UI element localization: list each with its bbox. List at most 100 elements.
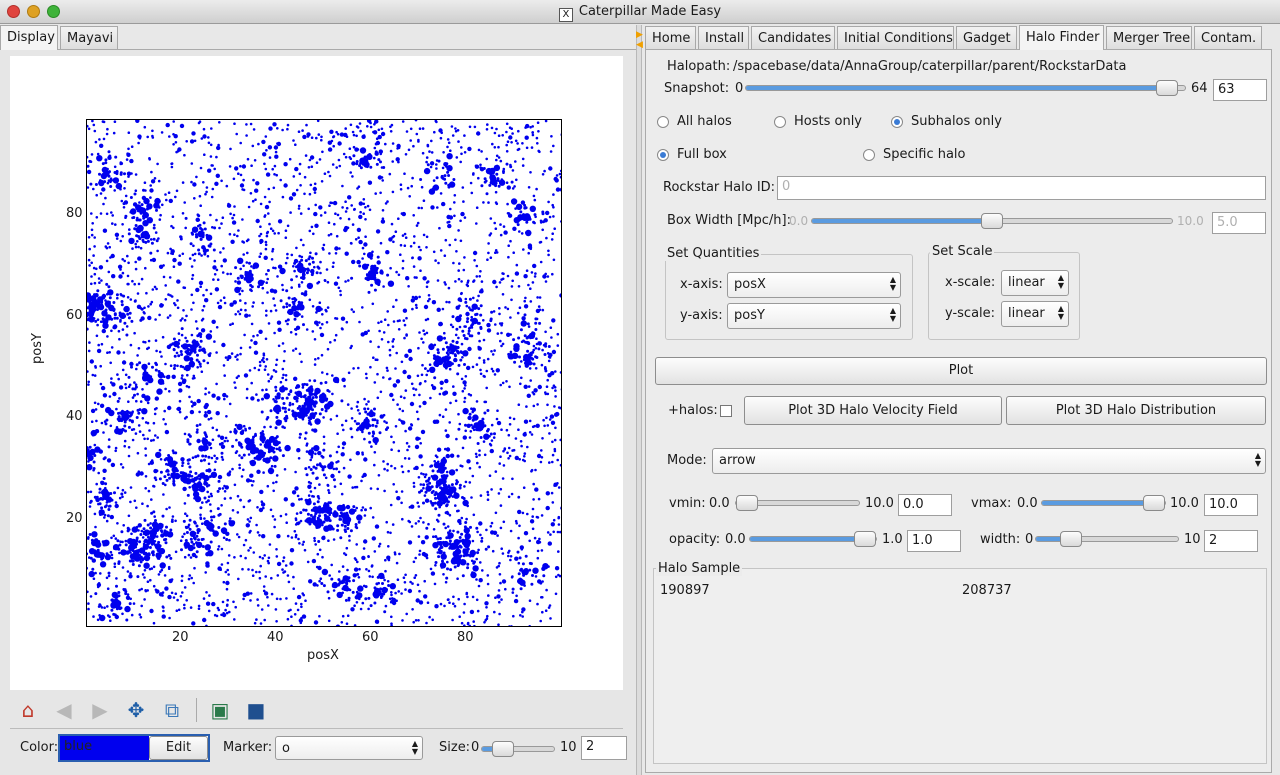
halo-point <box>423 494 427 497</box>
halo-point <box>261 286 265 290</box>
halo-point <box>107 285 111 289</box>
halo-point <box>365 376 368 380</box>
halo-point <box>476 442 480 445</box>
halo-point <box>441 415 445 419</box>
halo-point <box>369 411 373 415</box>
halo-point <box>401 267 405 270</box>
halo-point <box>108 154 112 158</box>
halo-point <box>315 621 319 624</box>
halo-point <box>460 280 463 283</box>
halo-point <box>475 275 479 278</box>
halo-point <box>162 275 166 279</box>
halo-point <box>267 556 271 560</box>
halo-point <box>310 136 314 139</box>
halo-point <box>262 585 266 588</box>
halo-point <box>392 483 396 486</box>
halo-point <box>319 271 322 275</box>
halo-point <box>497 156 501 159</box>
halo-point <box>203 480 207 484</box>
halo-point <box>523 274 528 279</box>
halo-point <box>402 319 406 322</box>
halo-point <box>181 252 185 256</box>
halo-point <box>287 296 291 300</box>
halo-point <box>502 464 506 467</box>
halo-point <box>152 584 156 588</box>
halo-point <box>498 561 501 565</box>
halo-point <box>242 178 245 182</box>
tab-mayavi[interactable]: Mayavi <box>60 26 118 49</box>
halo-point <box>486 582 490 586</box>
halo-point <box>197 607 201 610</box>
halo-point <box>93 272 97 276</box>
halo-point <box>140 203 144 207</box>
halo-point <box>379 241 383 245</box>
halo-point <box>323 172 327 175</box>
halo-point <box>149 608 154 614</box>
halo-point <box>457 363 461 367</box>
halo-point <box>330 563 333 567</box>
halo-point <box>313 338 317 341</box>
halo-point <box>536 516 540 519</box>
halo-point <box>321 371 324 374</box>
halo-point <box>262 354 266 357</box>
halo-point <box>276 141 282 147</box>
halo-point <box>368 575 372 578</box>
halo-point <box>429 366 436 373</box>
halo-point <box>467 415 472 421</box>
halo-point <box>95 193 98 197</box>
halo-point <box>531 281 535 284</box>
halo-point <box>552 215 555 218</box>
halo-point <box>170 162 173 166</box>
halo-point <box>455 305 460 310</box>
halo-point <box>341 587 345 591</box>
halo-point <box>410 298 415 303</box>
halo-point <box>524 340 528 344</box>
halo-point <box>193 252 197 256</box>
halo-point <box>407 426 413 431</box>
halo-point <box>213 226 217 230</box>
halo-point <box>501 277 505 281</box>
halo-point <box>305 444 308 447</box>
halo-point <box>121 223 124 226</box>
halo-point <box>352 154 356 158</box>
halo-point <box>189 556 193 559</box>
halo-point <box>321 150 324 154</box>
halo-point <box>545 505 550 511</box>
halo-point <box>110 346 114 349</box>
halo-point <box>276 127 279 130</box>
halo-point <box>188 257 192 260</box>
halo-point <box>205 190 208 194</box>
halo-point <box>175 609 179 612</box>
halo-point <box>400 501 403 505</box>
halo-point <box>315 565 319 569</box>
halo-point <box>265 234 269 238</box>
halo-point <box>192 479 196 483</box>
halo-point <box>347 217 351 221</box>
halo-point <box>444 238 448 242</box>
halo-point <box>474 452 478 456</box>
halo-point <box>420 337 423 341</box>
halo-point <box>355 451 360 456</box>
halo-point <box>242 424 246 428</box>
halo-point <box>201 522 204 525</box>
halo-point <box>149 578 152 582</box>
halo-point <box>486 498 490 502</box>
halo-point <box>304 599 307 602</box>
halo-point <box>121 328 125 331</box>
halo-point <box>431 300 437 305</box>
halo-point <box>506 332 511 337</box>
halo-point <box>136 292 140 295</box>
halo-point <box>447 174 451 177</box>
halo-point <box>168 135 171 138</box>
halo-point <box>472 513 476 517</box>
halo-point <box>92 254 95 257</box>
halo-point <box>223 522 227 526</box>
halo-point <box>137 134 142 139</box>
halo-point <box>541 173 545 176</box>
tab-display[interactable]: Display <box>0 25 58 50</box>
halo-point <box>102 137 106 141</box>
halo-point <box>448 469 456 476</box>
halo-point <box>492 310 496 313</box>
halo-point <box>203 458 206 462</box>
halo-point <box>94 366 97 369</box>
